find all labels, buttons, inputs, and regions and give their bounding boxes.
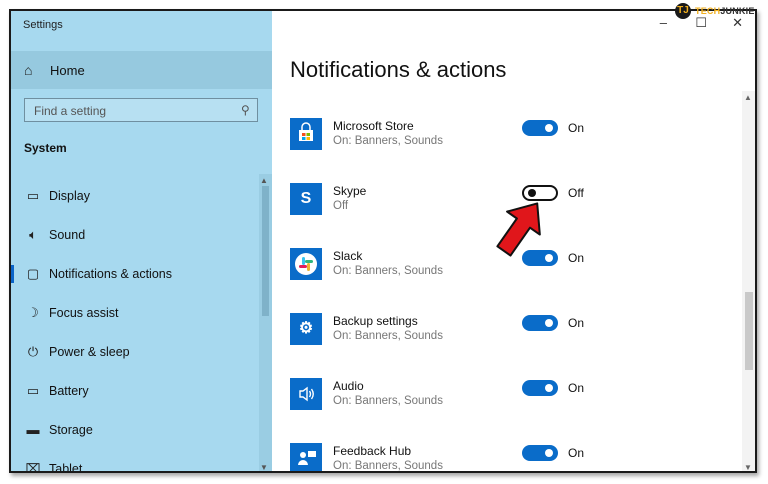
sidebar-item-label: Power & sleep bbox=[49, 345, 130, 359]
settings-window: Settings ⌂ Home Find a setting ⚲ System … bbox=[9, 9, 757, 473]
speaker-icon bbox=[290, 378, 322, 410]
scroll-up-icon[interactable]: ▲ bbox=[744, 93, 752, 102]
sidebar-item-label: Sound bbox=[49, 228, 86, 242]
toggle-state: Off bbox=[568, 186, 584, 200]
minimize-button[interactable]: – bbox=[660, 15, 667, 30]
feedback-icon bbox=[290, 443, 322, 471]
logo-text-part1: TECH bbox=[695, 6, 721, 16]
sidebar: Settings ⌂ Home Find a setting ⚲ System … bbox=[11, 11, 272, 471]
search-field[interactable]: Find a setting ⚲ bbox=[24, 98, 258, 122]
sidebar-item-label: Tablet bbox=[49, 462, 83, 473]
sidebar-item-label: Notifications & actions bbox=[49, 267, 172, 281]
sidebar-item-storage[interactable]: ▬ Storage bbox=[11, 415, 259, 445]
sidebar-item-label: Focus assist bbox=[49, 306, 119, 320]
home-label: Home bbox=[50, 63, 85, 78]
app-desc: On: Banners, Sounds bbox=[333, 330, 443, 342]
toggle-switch[interactable] bbox=[522, 120, 558, 136]
toggle-switch[interactable] bbox=[522, 445, 558, 461]
toggle-knob bbox=[545, 384, 553, 392]
app-name: Feedback Hub bbox=[333, 444, 412, 458]
scrollbar-thumb[interactable] bbox=[262, 186, 269, 316]
toggle-state: On bbox=[568, 381, 585, 395]
app-desc: On: Banners, Sounds bbox=[333, 395, 443, 407]
app-desc: On: Banners, Sounds bbox=[333, 265, 443, 277]
sidebar-item-display[interactable]: ▭ Display bbox=[11, 181, 259, 211]
toggle-state: On bbox=[568, 251, 585, 265]
toggle-state: On bbox=[568, 446, 585, 460]
red-arrow-icon bbox=[496, 202, 541, 257]
gear-icon: ⚙ bbox=[290, 313, 322, 345]
speaker-icon: 🔈︎ bbox=[29, 227, 37, 242]
logo-text: TECHJUNKIE bbox=[695, 6, 755, 16]
section-title: System bbox=[24, 141, 67, 155]
moon-icon: ☽ bbox=[27, 305, 39, 320]
scroll-up-icon[interactable]: ▲ bbox=[260, 176, 268, 185]
slack-icon bbox=[290, 248, 322, 280]
app-name: Audio bbox=[333, 379, 364, 393]
logo-badge: TJ bbox=[675, 3, 691, 19]
scrollbar-thumb[interactable] bbox=[745, 292, 753, 370]
app-row-microsoft-store[interactable]: Microsoft Store On: Banners, Sounds On bbox=[290, 118, 730, 170]
search-icon[interactable]: ⚲ bbox=[241, 103, 250, 117]
store-icon bbox=[290, 118, 322, 150]
toggle-switch[interactable] bbox=[522, 380, 558, 396]
sidebar-item-power-sleep[interactable]: ⏻ Power & sleep bbox=[11, 337, 259, 367]
sidebar-scrollbar[interactable]: ▲ ▼ bbox=[259, 174, 272, 471]
app-desc: Off bbox=[333, 200, 349, 212]
app-name: Slack bbox=[333, 249, 363, 263]
toggle-knob bbox=[545, 449, 553, 457]
sidebar-item-notifications[interactable]: ▢ Notifications & actions bbox=[11, 259, 259, 289]
close-button[interactable]: ✕ bbox=[732, 15, 743, 31]
page-title: Notifications & actions bbox=[290, 57, 507, 82]
logo-text-part2: JUNKIE bbox=[720, 6, 755, 16]
home-icon: ⌂ bbox=[24, 62, 33, 78]
app-name: Skype bbox=[333, 184, 367, 198]
sidebar-item-label: Display bbox=[49, 189, 90, 203]
maximize-button[interactable]: ☐ bbox=[695, 15, 707, 31]
drive-icon: ▬ bbox=[26, 422, 40, 437]
scroll-down-icon[interactable]: ▼ bbox=[744, 463, 752, 471]
app-row-backup-settings[interactable]: ⚙ Backup settings On: Banners, Sounds On bbox=[290, 313, 730, 365]
tablet-icon: ⌧ bbox=[25, 461, 41, 473]
sidebar-item-tablet[interactable]: ⌧ Tablet bbox=[11, 454, 259, 473]
toggle-state: On bbox=[568, 316, 585, 330]
sidebar-item-label: Battery bbox=[49, 384, 89, 398]
sidebar-item-label: Storage bbox=[49, 423, 93, 437]
window-title: Settings bbox=[23, 19, 63, 31]
app-row-audio[interactable]: Audio On: Banners, Sounds On bbox=[290, 378, 730, 430]
message-icon: ▢ bbox=[26, 266, 40, 281]
toggle-switch[interactable] bbox=[522, 315, 558, 331]
app-row-feedback-hub[interactable]: Feedback Hub On: Banners, Sounds On bbox=[290, 443, 730, 472]
sidebar-item-sound[interactable]: 🔈︎ Sound bbox=[11, 220, 259, 250]
search-placeholder: Find a setting bbox=[34, 104, 107, 118]
sidebar-home[interactable]: ⌂ Home bbox=[11, 51, 272, 89]
sidebar-item-focus-assist[interactable]: ☽ Focus assist bbox=[11, 298, 259, 328]
scroll-down-icon[interactable]: ▼ bbox=[260, 463, 268, 471]
skype-icon: S bbox=[290, 183, 322, 215]
toggle-knob bbox=[545, 124, 553, 132]
toggle-state: On bbox=[568, 121, 585, 135]
toggle-knob bbox=[545, 319, 553, 327]
app-desc: On: Banners, Sounds bbox=[333, 460, 443, 472]
app-name: Backup settings bbox=[333, 314, 418, 328]
sidebar-item-battery[interactable]: ▭ Battery bbox=[11, 376, 259, 406]
main-scrollbar[interactable]: ▲ ▼ bbox=[742, 91, 755, 471]
app-name: Microsoft Store bbox=[333, 119, 414, 133]
power-icon: ⏻ bbox=[27, 344, 39, 359]
app-desc: On: Banners, Sounds bbox=[333, 135, 443, 147]
monitor-icon: ▭ bbox=[26, 188, 40, 203]
battery-icon: ▭ bbox=[26, 383, 40, 398]
